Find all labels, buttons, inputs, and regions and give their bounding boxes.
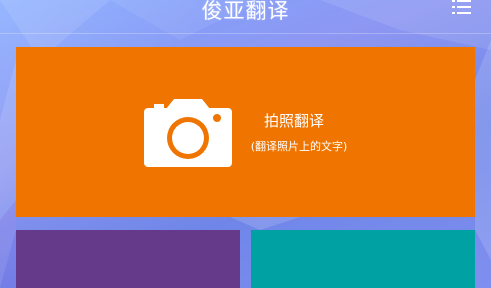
list-menu-icon — [452, 0, 471, 14]
header-divider — [0, 33, 491, 34]
photo-translate-tile[interactable]: 拍照翻译 (翻译照片上的文字) — [16, 47, 475, 217]
feature-tile-teal[interactable] — [251, 230, 475, 288]
menu-button[interactable] — [451, 0, 473, 20]
feature-tile-purple[interactable] — [16, 230, 240, 288]
app-header: 俊亚翻译 — [0, 0, 491, 33]
app-title: 俊亚翻译 — [201, 0, 290, 23]
camera-icon — [144, 99, 232, 167]
photo-translate-title: 拍照翻译 — [263, 112, 324, 130]
photo-translate-subtitle: (翻译照片上的文字) — [250, 140, 348, 153]
